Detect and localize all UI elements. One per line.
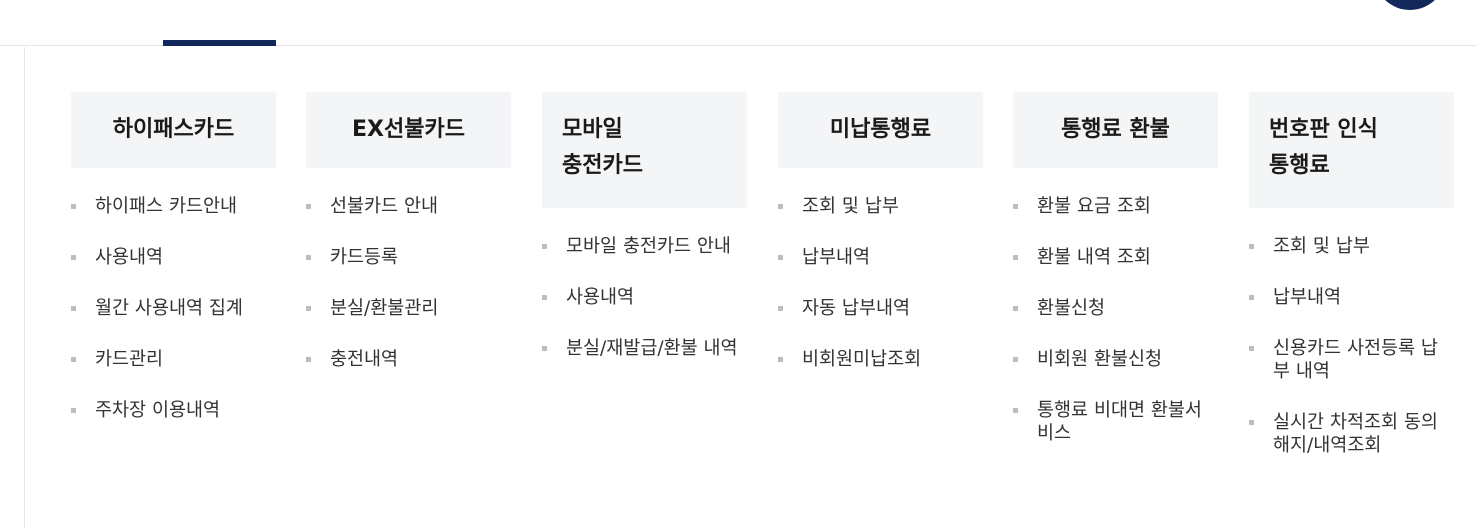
bullet-icon — [1013, 255, 1018, 260]
menu-item[interactable]: 환불신청 — [1013, 297, 1218, 320]
menu-column-toll-refund: 통행료 환불 환불 요금 조회 환불 내역 조회 환불신청 비회원 환불신청 통… — [1013, 92, 1218, 473]
bullet-icon — [778, 306, 783, 311]
column-items: 환불 요금 조회 환불 내역 조회 환불신청 비회원 환불신청 통행료 비대면 … — [1013, 195, 1218, 445]
bullet-icon — [306, 204, 311, 209]
menu-item[interactable]: 분실/환불관리 — [306, 297, 511, 320]
menu-circle-button[interactable] — [1374, 0, 1446, 10]
bullet-icon — [306, 255, 311, 260]
bullet-icon — [71, 357, 76, 362]
column-items: 하이패스 카드안내 사용내역 월간 사용내역 집계 카드관리 주차장 이용내역 — [71, 195, 276, 422]
menu-item[interactable]: 충전내역 — [306, 348, 511, 371]
bullet-icon — [778, 255, 783, 260]
menu-item[interactable]: 환불 내역 조회 — [1013, 246, 1218, 269]
column-title-unpaid-toll[interactable]: 미납통행료 — [778, 92, 983, 168]
menu-item[interactable]: 월간 사용내역 집계 — [71, 297, 276, 320]
bullet-icon — [306, 357, 311, 362]
column-items: 모바일 충전카드 안내 사용내역 분실/재발급/환불 내역 — [542, 235, 747, 360]
bullet-icon — [542, 346, 547, 351]
bullet-icon — [1249, 420, 1254, 425]
menu-item[interactable]: 주차장 이용내역 — [71, 399, 276, 422]
menu-item[interactable]: 분실/재발급/환불 내역 — [542, 337, 747, 360]
column-items: 선불카드 안내 카드등록 분실/환불관리 충전내역 — [306, 195, 511, 371]
bullet-icon — [1249, 295, 1254, 300]
menu-item[interactable]: 자동 납부내역 — [778, 297, 983, 320]
menu-item[interactable]: 하이패스 카드안내 — [71, 195, 276, 218]
column-items: 조회 및 납부 납부내역 자동 납부내역 비회원미납조회 — [778, 195, 983, 371]
column-title-plate-recognition[interactable]: 번호판 인식 통행료 — [1249, 92, 1454, 208]
bullet-icon — [1013, 408, 1018, 413]
menu-column-unpaid-toll: 미납통행료 조회 및 납부 납부내역 자동 납부내역 비회원미납조회 — [778, 92, 983, 399]
menu-column-ex-prepaid-card: EX선불카드 선불카드 안내 카드등록 분실/환불관리 충전내역 — [306, 92, 511, 399]
menu-item[interactable]: 사용내역 — [71, 246, 276, 269]
bullet-icon — [1013, 357, 1018, 362]
menu-item[interactable]: 통행료 비대면 환불서비스 — [1013, 399, 1218, 445]
menu-item[interactable]: 환불 요금 조회 — [1013, 195, 1218, 218]
bullet-icon — [542, 295, 547, 300]
menu-item[interactable]: 조회 및 납부 — [778, 195, 983, 218]
bullet-icon — [778, 204, 783, 209]
bullet-icon — [306, 306, 311, 311]
bullet-icon — [542, 244, 547, 249]
menu-item[interactable]: 신용카드 사전등록 납부 내역 — [1249, 337, 1454, 383]
bullet-icon — [1249, 244, 1254, 249]
column-items: 조회 및 납부 납부내역 신용카드 사전등록 납부 내역 실시간 차적조회 동의… — [1249, 235, 1454, 457]
menu-item[interactable]: 사용내역 — [542, 286, 747, 309]
menu-item[interactable]: 비회원 환불신청 — [1013, 348, 1218, 371]
menu-item[interactable]: 카드관리 — [71, 348, 276, 371]
menu-item[interactable]: 조회 및 납부 — [1249, 235, 1454, 258]
menu-item[interactable]: 실시간 차적조회 동의해지/내역조회 — [1249, 411, 1454, 457]
menu-column-mobile-card: 모바일 충전카드 모바일 충전카드 안내 사용내역 분실/재발급/환불 내역 — [542, 92, 747, 388]
bullet-icon — [1013, 306, 1018, 311]
column-title-mobile-card[interactable]: 모바일 충전카드 — [542, 92, 747, 208]
bullet-icon — [1249, 346, 1254, 351]
bullet-icon — [778, 357, 783, 362]
bullet-icon — [71, 255, 76, 260]
top-nav-bar — [0, 0, 1477, 46]
bullet-icon — [71, 408, 76, 413]
bullet-icon — [71, 204, 76, 209]
column-title-toll-refund[interactable]: 통행료 환불 — [1013, 92, 1218, 168]
menu-item[interactable]: 비회원미납조회 — [778, 348, 983, 371]
menu-item[interactable]: 카드등록 — [306, 246, 511, 269]
menu-item[interactable]: 모바일 충전카드 안내 — [542, 235, 747, 258]
menu-item[interactable]: 선불카드 안내 — [306, 195, 511, 218]
menu-column-plate-recognition: 번호판 인식 통행료 조회 및 납부 납부내역 신용카드 사전등록 납부 내역 … — [1249, 92, 1454, 485]
menu-item[interactable]: 납부내역 — [778, 246, 983, 269]
active-tab-indicator — [163, 40, 276, 46]
menu-item[interactable]: 납부내역 — [1249, 286, 1454, 309]
column-title-hipass-card[interactable]: 하이패스카드 — [71, 92, 276, 168]
column-title-ex-prepaid-card[interactable]: EX선불카드 — [306, 92, 511, 168]
menu-column-hipass-card: 하이패스카드 하이패스 카드안내 사용내역 월간 사용내역 집계 카드관리 주차… — [71, 92, 276, 450]
bullet-icon — [1013, 204, 1018, 209]
bullet-icon — [71, 306, 76, 311]
